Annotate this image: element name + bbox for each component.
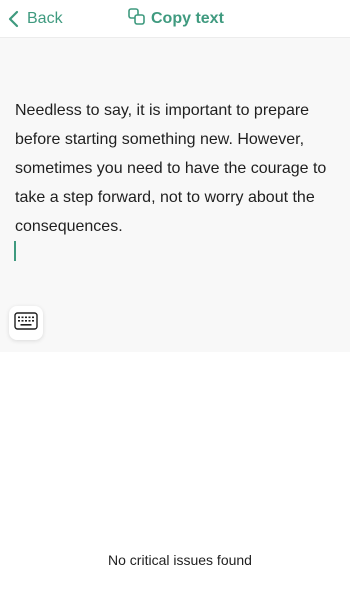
back-button[interactable]: Back xyxy=(8,8,63,30)
text-caret xyxy=(14,241,16,261)
copy-text-label: Copy text xyxy=(151,10,224,27)
keyboard-toggle-button[interactable] xyxy=(9,306,43,340)
issues-status: No critical issues found xyxy=(108,552,252,568)
editor-text[interactable]: Needless to say, it is important to prep… xyxy=(15,96,340,241)
copy-icon xyxy=(128,8,145,30)
chevron-left-icon xyxy=(8,10,19,28)
text-editor[interactable]: Needless to say, it is important to prep… xyxy=(0,38,350,352)
copy-text-button[interactable]: Copy text xyxy=(128,8,224,30)
back-label: Back xyxy=(27,10,63,27)
top-bar: Back Copy text xyxy=(0,0,350,38)
keyboard-icon xyxy=(14,311,38,335)
